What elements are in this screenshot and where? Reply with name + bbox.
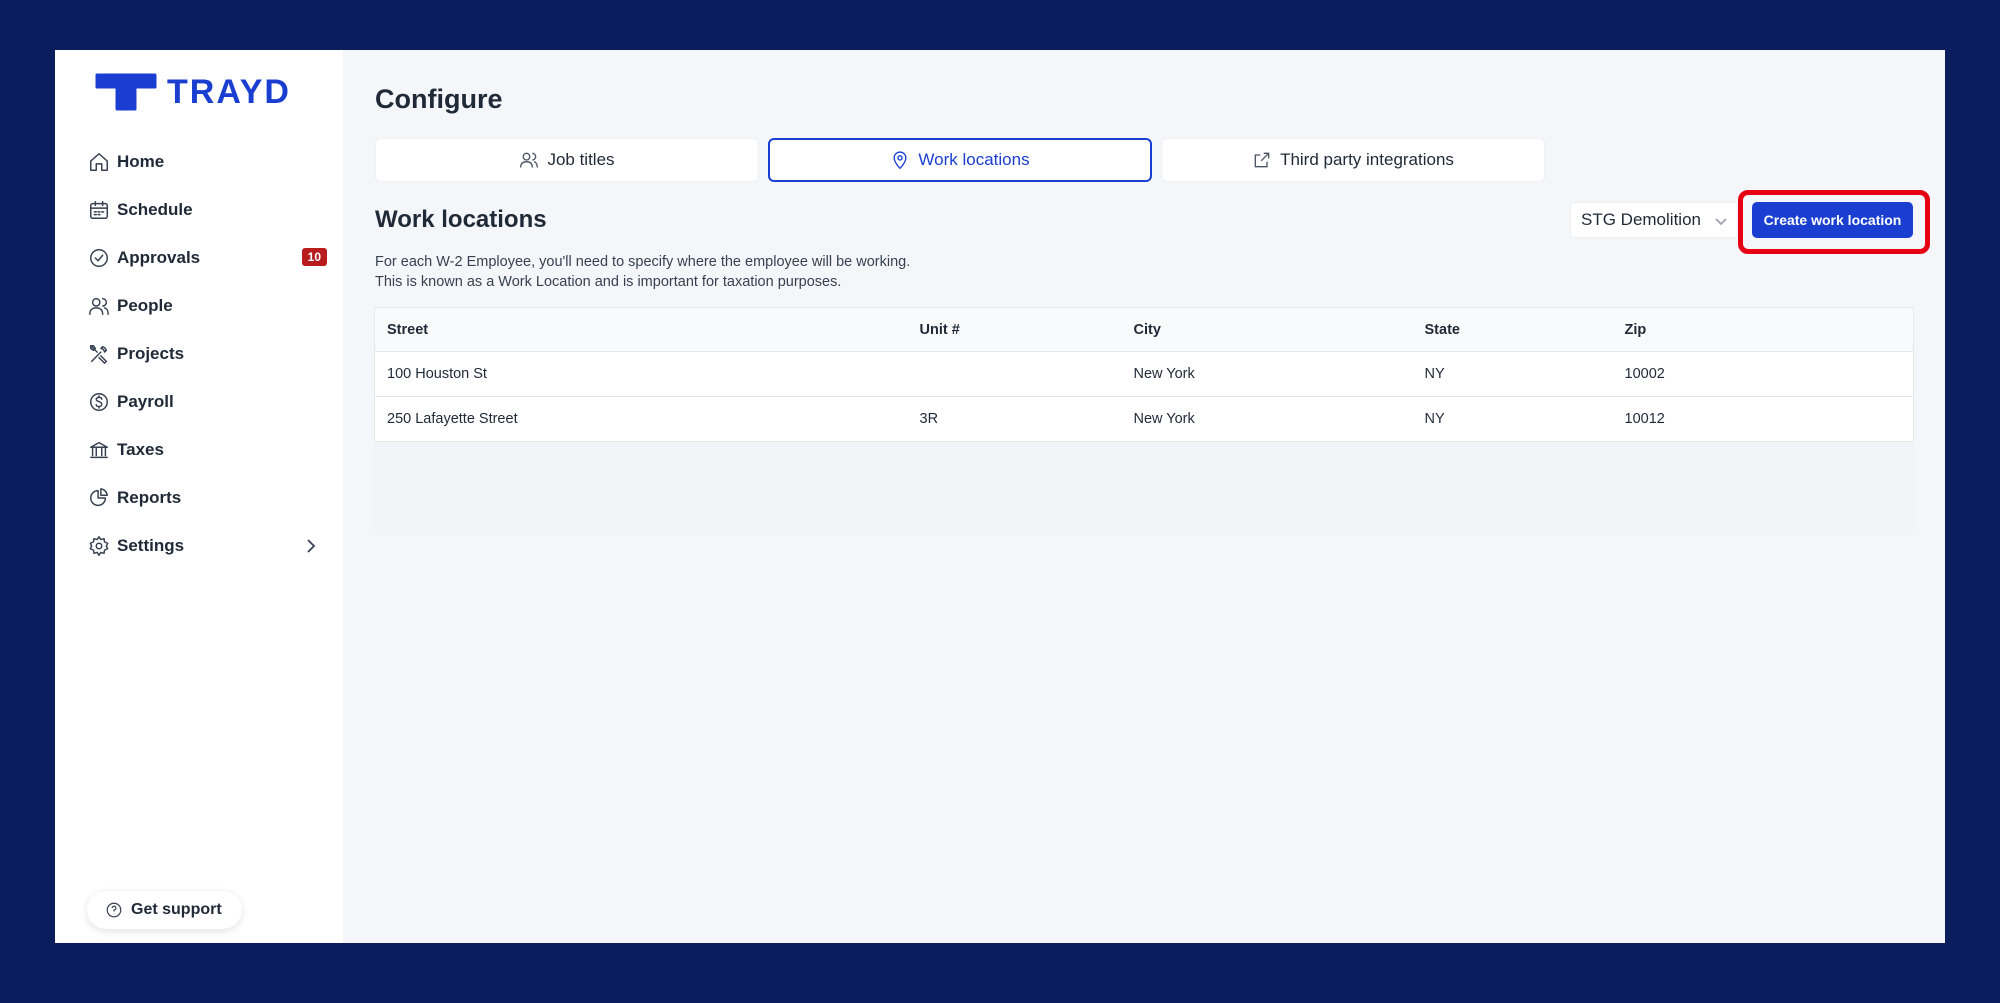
chevron-down-icon bbox=[1715, 218, 1727, 226]
sidebar-item-label: Approvals bbox=[117, 248, 201, 267]
column-header-state[interactable]: State bbox=[1412, 307, 1613, 352]
company-select-value: STG Demolition bbox=[1581, 210, 1701, 229]
trayd-logo[interactable]: TRAYD bbox=[95, 72, 291, 112]
approvals-count-badge: 10 bbox=[301, 248, 327, 266]
column-header-zip[interactable]: Zip bbox=[1612, 307, 1914, 352]
description-line: For each W-2 Employee, you'll need to sp… bbox=[375, 254, 911, 270]
cell-city: New York bbox=[1121, 396, 1413, 442]
sidebar-item-projects[interactable]: Projects bbox=[87, 330, 327, 378]
sidebar-item-label: Projects bbox=[117, 344, 185, 363]
gear-icon bbox=[87, 534, 111, 558]
sidebar-nav: Home Schedule Approvals 10 People Projec… bbox=[87, 138, 327, 570]
main-content: Configure Job titles Work locations Thir… bbox=[343, 50, 1945, 943]
column-header-unit[interactable]: Unit # bbox=[907, 307, 1122, 352]
section-title: Work locations bbox=[375, 206, 547, 233]
calendar-icon bbox=[87, 198, 111, 222]
work-locations-table: Street Unit # City State Zip 100 Houston… bbox=[374, 307, 1914, 442]
sidebar-item-label: Reports bbox=[117, 488, 182, 507]
bank-icon bbox=[87, 438, 111, 462]
sidebar-item-label: Payroll bbox=[117, 392, 174, 411]
create-work-location-button[interactable]: Create work location bbox=[1752, 202, 1913, 238]
tab-work-locations[interactable]: Work locations bbox=[768, 138, 1152, 182]
company-select[interactable]: STG Demolition bbox=[1570, 202, 1738, 238]
people-icon bbox=[87, 294, 111, 318]
table-row[interactable]: 100 Houston St New York NY 10002 bbox=[374, 351, 1914, 397]
column-header-street[interactable]: Street bbox=[374, 307, 908, 352]
page-title: Configure bbox=[375, 84, 503, 114]
sidebar-item-taxes[interactable]: Taxes bbox=[87, 426, 327, 474]
config-tabs: Job titles Work locations Third party in… bbox=[375, 138, 1545, 182]
tools-icon bbox=[87, 342, 111, 366]
table-row[interactable]: 250 Lafayette Street 3R New York NY 1001… bbox=[374, 396, 1914, 442]
tab-label: Third party integrations bbox=[1280, 150, 1454, 169]
pie-chart-icon bbox=[87, 486, 111, 510]
check-circle-icon bbox=[87, 246, 111, 270]
help-circle-icon bbox=[106, 902, 122, 918]
home-icon bbox=[87, 150, 111, 174]
app-window: TRAYD Home Schedule Approvals 10 People bbox=[55, 50, 1945, 943]
tab-third-party-integrations[interactable]: Third party integrations bbox=[1161, 138, 1545, 182]
sidebar-item-people[interactable]: People bbox=[87, 282, 327, 330]
map-pin-icon bbox=[893, 151, 907, 170]
logo-mark-icon bbox=[95, 73, 157, 111]
brand-name: TRAYD bbox=[167, 72, 291, 111]
sidebar-item-label: Schedule bbox=[117, 200, 193, 219]
dollar-circle-icon bbox=[87, 390, 111, 414]
sidebar-item-approvals[interactable]: Approvals 10 bbox=[87, 234, 327, 282]
cell-city: New York bbox=[1121, 351, 1413, 397]
column-header-city[interactable]: City bbox=[1121, 307, 1413, 352]
cell-unit: 3R bbox=[907, 396, 1122, 442]
sidebar-item-schedule[interactable]: Schedule bbox=[87, 186, 327, 234]
cell-street: 100 Houston St bbox=[374, 351, 908, 397]
cell-unit bbox=[907, 351, 1122, 397]
cell-state: NY bbox=[1412, 351, 1613, 397]
tab-label: Work locations bbox=[918, 150, 1030, 169]
tab-label: Job titles bbox=[547, 150, 615, 169]
get-support-label: Get support bbox=[131, 901, 222, 918]
sidebar-item-label: People bbox=[117, 296, 173, 315]
work-locations-table-container: Street Unit # City State Zip 100 Houston… bbox=[374, 307, 1914, 535]
table-header-row: Street Unit # City State Zip bbox=[374, 307, 1914, 352]
external-link-icon bbox=[1254, 152, 1270, 168]
sidebar-item-label: Taxes bbox=[117, 440, 164, 459]
sidebar-item-home[interactable]: Home bbox=[87, 138, 327, 186]
sidebar-item-payroll[interactable]: Payroll bbox=[87, 378, 327, 426]
cell-street: 250 Lafayette Street bbox=[374, 396, 908, 442]
sidebar-item-reports[interactable]: Reports bbox=[87, 474, 327, 522]
cell-zip: 10012 bbox=[1612, 396, 1914, 442]
section-description: For each W-2 Employee, you'll need to sp… bbox=[375, 252, 910, 292]
sidebar-item-settings[interactable]: Settings bbox=[87, 522, 327, 570]
get-support-button[interactable]: Get support bbox=[87, 891, 242, 929]
cell-state: NY bbox=[1412, 396, 1613, 442]
sidebar-item-label: Home bbox=[117, 152, 165, 171]
tab-job-titles[interactable]: Job titles bbox=[375, 138, 759, 182]
cell-zip: 10002 bbox=[1612, 351, 1914, 397]
sidebar: TRAYD Home Schedule Approvals 10 People bbox=[55, 50, 343, 943]
chevron-right-icon[interactable] bbox=[301, 536, 321, 556]
sidebar-item-label: Settings bbox=[117, 536, 185, 555]
people-icon bbox=[520, 152, 539, 168]
description-line: This is known as a Work Location and is … bbox=[375, 274, 842, 290]
